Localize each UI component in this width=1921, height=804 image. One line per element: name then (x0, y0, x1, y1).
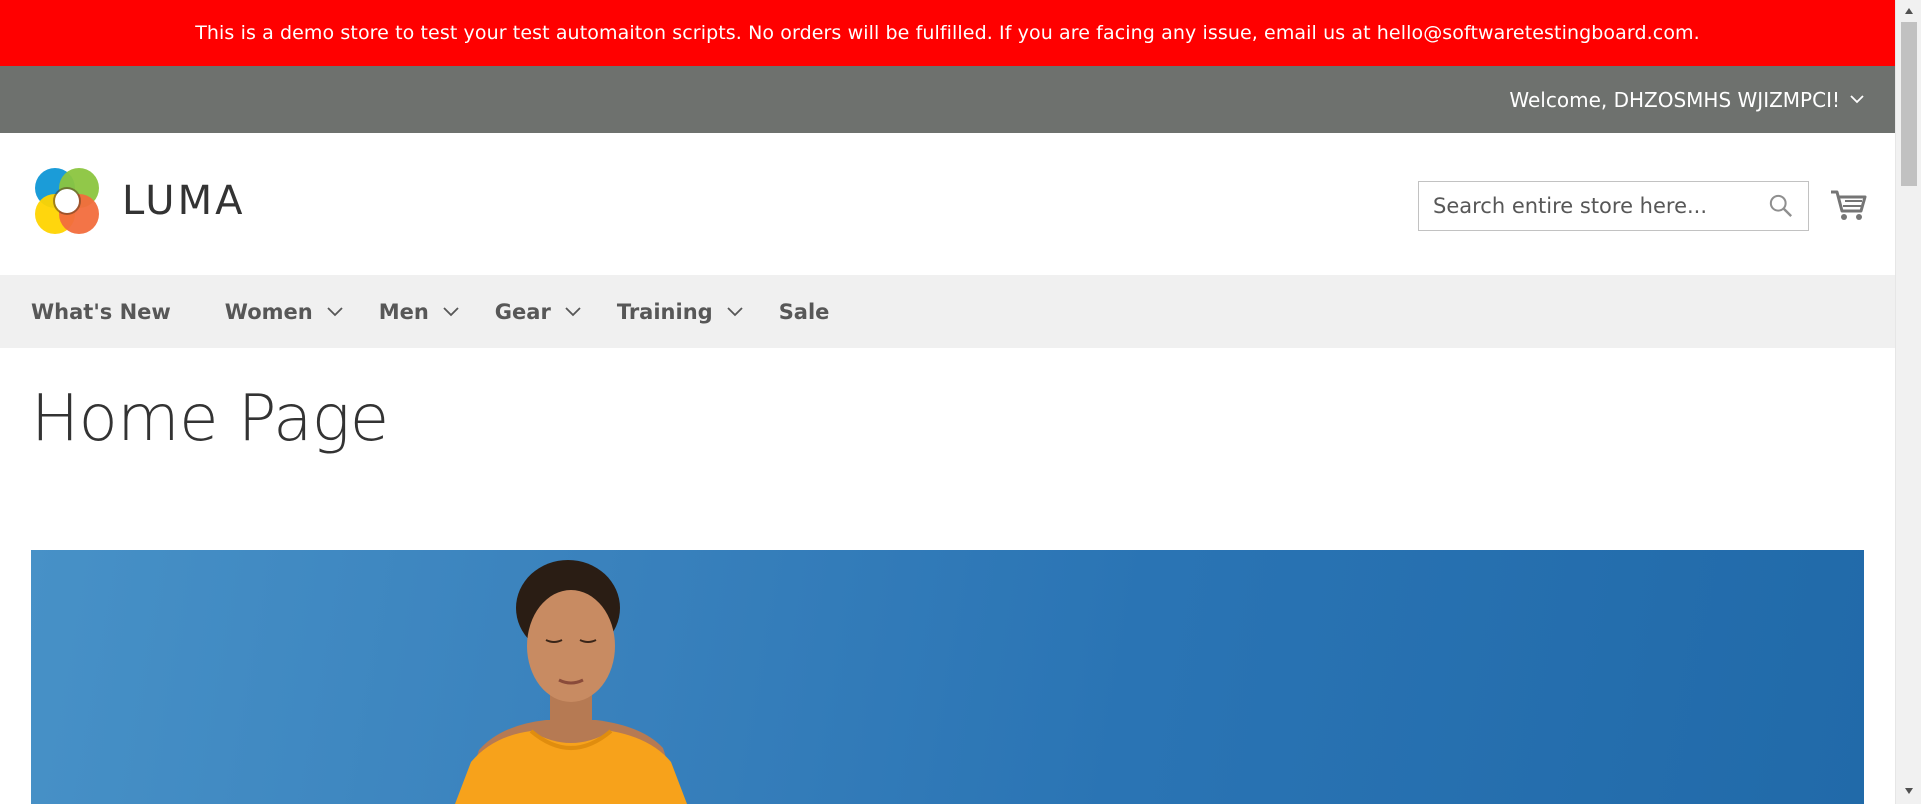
nav-item-label: What's New (31, 299, 171, 324)
chevron-down-icon (327, 306, 343, 316)
welcome-text: Welcome, DHZOSMHS WJIZMPCI! (1509, 87, 1840, 112)
chevron-down-icon (727, 306, 743, 316)
top-panel: Welcome, DHZOSMHS WJIZMPCI! (0, 66, 1895, 133)
page-scrollbar[interactable] (1895, 0, 1921, 804)
scroll-up-icon[interactable] (1904, 6, 1914, 16)
logo-text: LUMA (122, 178, 246, 224)
page-title: Home Page (31, 382, 389, 456)
demo-notice-text: This is a demo store to test your test a… (195, 22, 1700, 44)
nav-item-label: Sale (778, 299, 830, 324)
nav-item-sale[interactable]: Sale (779, 300, 830, 324)
nav-item-whats-new[interactable]: What's New (31, 300, 171, 324)
scrollbar-thumb[interactable] (1901, 22, 1917, 186)
search-icon[interactable] (1768, 193, 1794, 219)
luma-logo-mark (35, 168, 99, 234)
nav-item-men[interactable]: Men (379, 300, 459, 324)
nav-item-label: Training (616, 299, 713, 324)
search-input[interactable] (1433, 194, 1768, 218)
search-box (1418, 181, 1809, 231)
nav-item-label: Gear (494, 299, 551, 324)
page: This is a demo store to test your test a… (0, 0, 1895, 804)
nav-item-training[interactable]: Training (617, 300, 743, 324)
customer-welcome-menu[interactable]: Welcome, DHZOSMHS WJIZMPCI! (1509, 88, 1864, 112)
nav-item-label: Women (224, 299, 313, 324)
chevron-down-icon (443, 306, 459, 316)
nav-item-label: Men (378, 299, 429, 324)
cart-icon[interactable] (1828, 184, 1868, 224)
scroll-down-icon[interactable] (1904, 786, 1914, 796)
store-logo[interactable]: LUMA (31, 166, 245, 236)
hero-woman-image (455, 560, 687, 804)
header: LUMA (0, 133, 1895, 275)
hero-banner[interactable] (31, 550, 1864, 804)
nav-item-women[interactable]: Women (225, 300, 343, 324)
chevron-down-icon (565, 306, 581, 316)
nav-item-gear[interactable]: Gear (495, 300, 581, 324)
chevron-down-icon (1850, 95, 1864, 104)
main-navigation: What's New Women Men Gear Training Sale (0, 275, 1895, 348)
demo-notice-bar: This is a demo store to test your test a… (0, 0, 1895, 66)
